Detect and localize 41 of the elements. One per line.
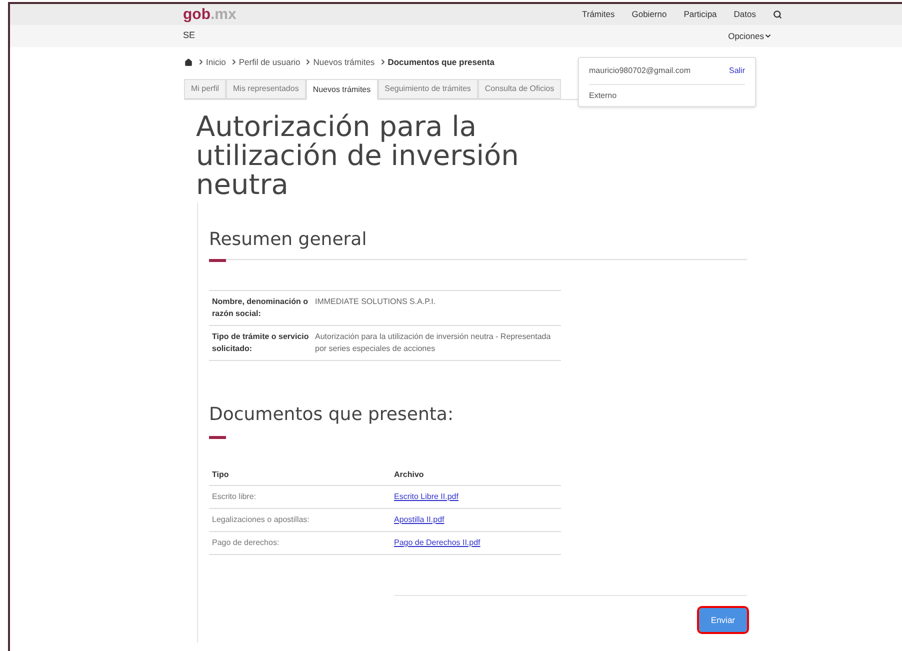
breadcrumb-link[interactable]: Perfil de usuario: [238, 56, 300, 68]
tab[interactable]: Mis representados: [226, 79, 306, 99]
table-cell: Escrito libre:: [209, 486, 394, 508]
table-cell: Pago de derechos:: [209, 532, 394, 554]
user-role: Externo: [589, 90, 617, 102]
nav-link[interactable]: Datos: [734, 8, 756, 21]
field-value: Autorización para la utilización de inversión neutra - Representada por series especiales de acciones: [315, 326, 561, 360]
nav-link[interactable]: Gobierno: [632, 8, 667, 21]
tab[interactable]: Consulta de Oficios: [478, 79, 562, 99]
section-heading: Resumen general: [209, 228, 368, 252]
table-cell: Legalizaciones o apostillas:: [209, 508, 394, 532]
field-label: Tipo de trámite o servicio solicitado:: [209, 326, 315, 360]
tab[interactable]: Seguimiento de trámites: [378, 79, 478, 99]
chevron-icon: [197, 58, 205, 66]
page-title: Autorización para la utilización de inversión neutra: [196, 112, 520, 199]
file-link[interactable]: Escrito Libre II.pdf: [394, 492, 458, 501]
section-title: SE: [183, 29, 196, 42]
chevron-icon: [378, 58, 387, 66]
field-label: Nombre, denominación o razón social:: [209, 290, 315, 326]
options-menu[interactable]: Opciones: [728, 30, 772, 42]
home-icon[interactable]: [184, 58, 193, 66]
nav-link[interactable]: Trámites: [582, 8, 615, 21]
tab[interactable]: Mi perfil: [184, 79, 226, 99]
section-heading: Documentos que presenta:: [209, 403, 455, 427]
chevron-icon: [230, 58, 238, 66]
file-link[interactable]: Apostilla II.pdf: [394, 515, 444, 524]
nav-link[interactable]: Participa: [684, 8, 717, 21]
breadcrumb-link[interactable]: Nuevos trámites: [313, 56, 375, 68]
chevron-icon: [304, 58, 312, 66]
column-header: Archivo: [394, 465, 561, 486]
search-icon[interactable]: [773, 10, 782, 19]
caret-icon: [764, 32, 772, 40]
file-link[interactable]: Pago de Derechos II.pdf: [394, 538, 480, 547]
column-header: Tipo: [209, 465, 394, 486]
user-email: mauricio980702@gmail.com: [589, 65, 690, 77]
logo[interactable]: gob.mx: [183, 7, 236, 22]
logout-link[interactable]: Salir: [728, 65, 745, 77]
breadcrumb-link[interactable]: Inicio: [206, 56, 226, 68]
tab[interactable]: Nuevos trámites: [306, 79, 378, 100]
field-value: IMMEDIATE SOLUTIONS S.A.P.I.: [315, 290, 561, 326]
breadcrumb-current: Documentos que presenta: [388, 56, 494, 68]
